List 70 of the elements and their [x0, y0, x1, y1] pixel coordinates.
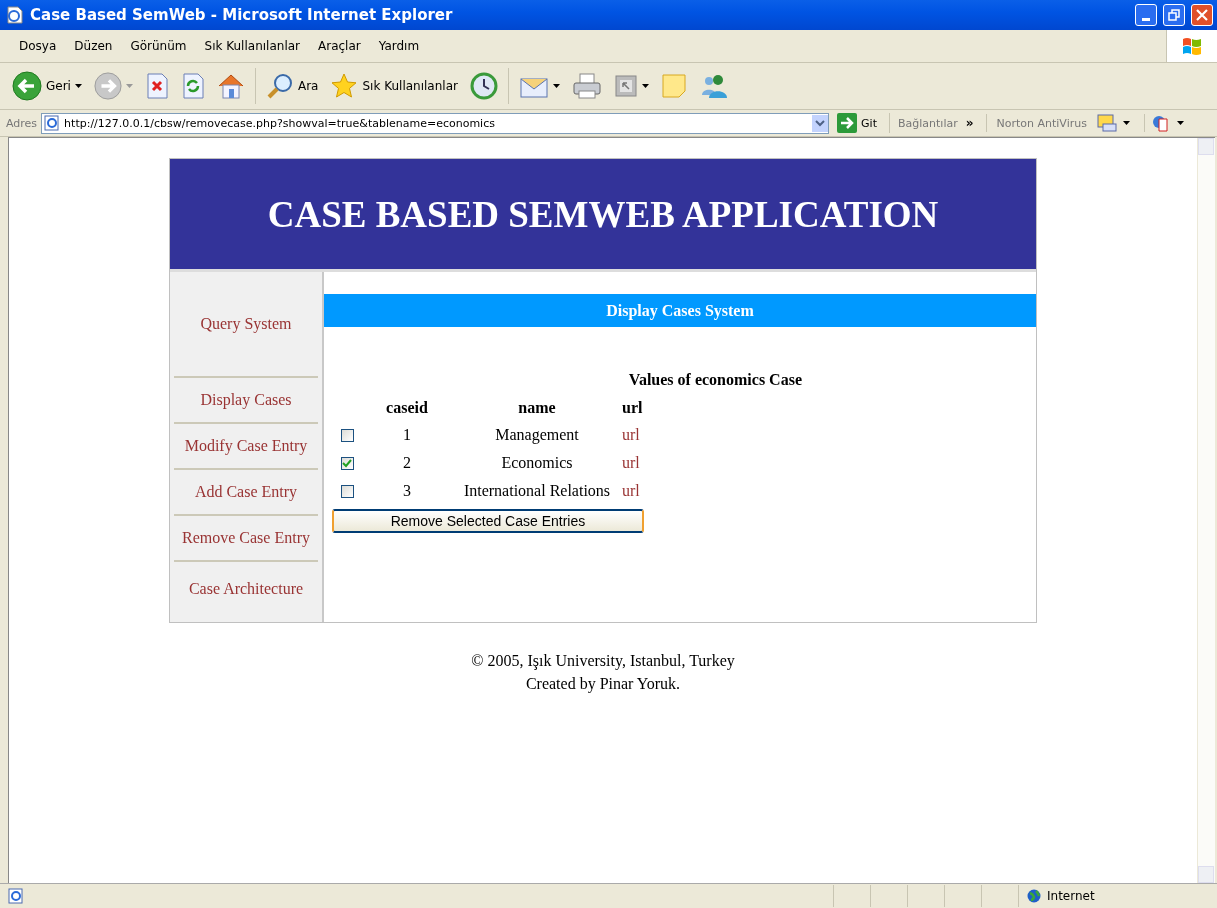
page-icon: [6, 6, 24, 24]
menu-item[interactable]: Düzen: [65, 39, 122, 53]
table-cell-text: 3: [402, 481, 412, 501]
checkbox[interactable]: [340, 484, 354, 498]
minimize-button[interactable]: [1135, 4, 1157, 26]
search-icon[interactable]: [265, 72, 294, 100]
url-link[interactable]: url: [622, 449, 672, 477]
menu-item[interactable]: Yardım: [369, 39, 429, 53]
menu-item[interactable]: Araçlar: [309, 39, 370, 53]
go-button[interactable]: Git: [861, 116, 877, 130]
window-title: Case Based SemWeb - Microsoft Internet Explorer: [30, 6, 454, 24]
zone-label: Internet: [1047, 889, 1095, 903]
checkbox[interactable]: [340, 456, 354, 470]
star-icon[interactable]: [330, 72, 359, 100]
home-icon[interactable]: [216, 73, 245, 99]
refresh-icon[interactable]: [180, 73, 205, 99]
toolbar-label[interactable]: Geri: [46, 79, 71, 93]
restore-button[interactable]: [1163, 4, 1185, 26]
checkbox[interactable]: [340, 428, 354, 442]
table-cell-text: Management: [494, 425, 580, 446]
table-cell-text: 1: [402, 425, 412, 445]
toolbar-label[interactable]: Ara: [297, 79, 319, 93]
stop-icon[interactable]: [144, 73, 169, 99]
section-title: Display Cases System: [324, 294, 1036, 327]
history-clock-icon[interactable]: [469, 72, 498, 100]
url-link[interactable]: url: [622, 477, 672, 505]
url-link[interactable]: url: [622, 421, 672, 449]
column-header: url: [622, 398, 644, 418]
footer-text: © 2005, Işık University, Istanbul, Turkey: [471, 651, 735, 672]
windows-flag-icon: [1181, 36, 1203, 56]
page-title: CASE BASED SEMWEB APPLICATION: [267, 192, 939, 236]
page-icon: [8, 888, 24, 904]
address-field[interactable]: http://127.0.0.1/cbsw/removecase.php?showval=true&tablename=economics: [41, 112, 830, 134]
menu-item[interactable]: Görünüm: [121, 39, 196, 53]
toolbar-label[interactable]: Norton AntiVirus: [992, 116, 1091, 130]
table-caption: Values of economics Case: [627, 371, 802, 390]
sidebar-link[interactable]: Add Case Entry: [174, 470, 318, 516]
menu-item[interactable]: Sık Kullanılanlar: [195, 39, 309, 53]
table-cell-text: Economics: [500, 453, 574, 473]
close-button[interactable]: [1191, 4, 1213, 26]
column-header: caseid: [385, 398, 429, 418]
toolbar-label[interactable]: Sık Kullanılanlar: [362, 79, 458, 93]
address-label: Adres: [6, 116, 38, 130]
printer-icon[interactable]: [571, 73, 602, 99]
caret-icon[interactable]: [641, 84, 649, 88]
menu-item[interactable]: Dosya: [10, 39, 66, 53]
table-cell-text: International Relations: [462, 481, 612, 501]
chevron-icon[interactable]: »: [965, 116, 974, 130]
page-icon: [44, 115, 61, 131]
sidebar-link[interactable]: Display Cases: [174, 378, 318, 424]
sidebar-link[interactable]: Remove Case Entry: [174, 516, 318, 562]
links-label[interactable]: Bağlantılar: [894, 116, 962, 130]
caret-icon[interactable]: [74, 84, 82, 88]
minimize-icon: [1142, 17, 1150, 21]
footer-text: Created by Pinar Yoruk.: [524, 674, 682, 695]
caret-icon[interactable]: [1122, 121, 1130, 125]
close-icon: [1196, 9, 1208, 21]
table-cell-text: 2: [402, 453, 412, 473]
column-header: name: [517, 398, 557, 418]
scrollbar[interactable]: [1197, 138, 1215, 883]
remove-button[interactable]: Remove Selected Case Entries: [332, 509, 644, 533]
restore-icon: [1168, 9, 1180, 21]
caret-icon[interactable]: [1176, 121, 1184, 125]
monitor-icon[interactable]: [1096, 114, 1117, 132]
sidebar-link[interactable]: Modify Case Entry: [174, 424, 318, 470]
sidebar-link[interactable]: Case Architecture: [174, 562, 318, 616]
caret-icon[interactable]: [552, 84, 560, 88]
globe-icon: [1027, 889, 1041, 903]
document-icon[interactable]: [1150, 114, 1171, 132]
sidebar-link[interactable]: Query System: [174, 272, 318, 378]
